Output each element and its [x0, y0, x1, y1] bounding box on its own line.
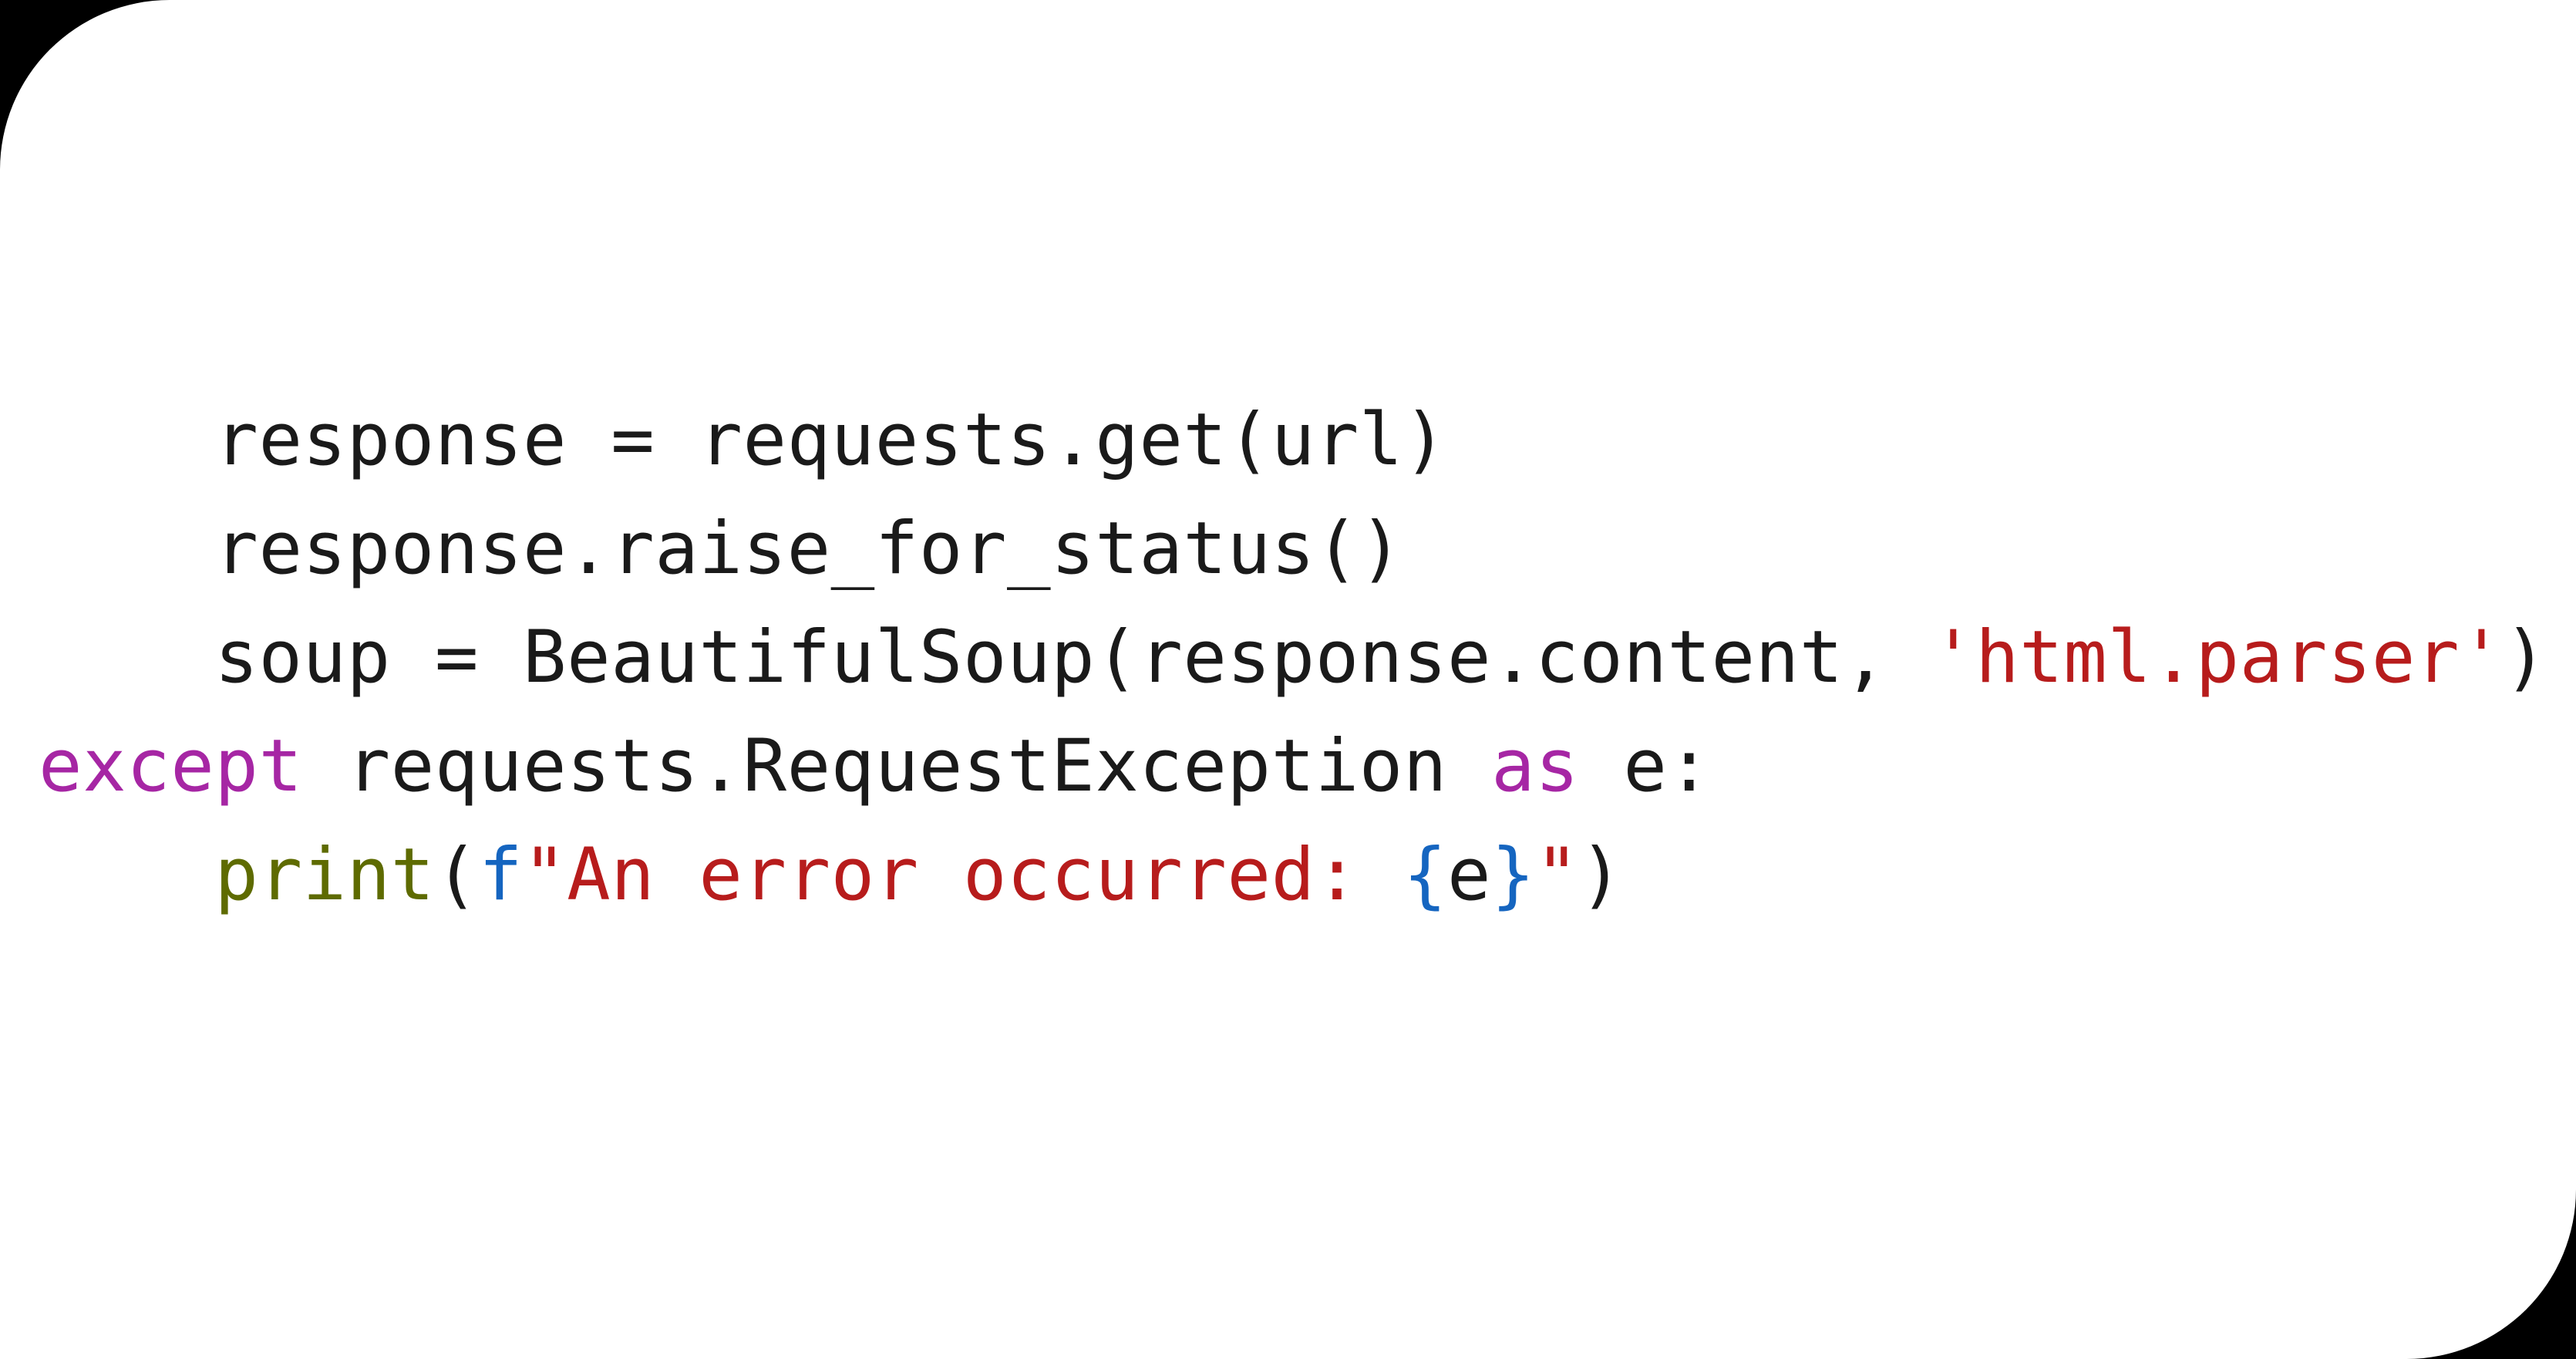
code-token: e:	[1579, 724, 1711, 808]
code-token: "	[1535, 833, 1579, 917]
code-block: response = requests.get(url) response.ra…	[39, 386, 2537, 929]
code-token: soup = BeautifulSoup(response.content,	[214, 615, 1931, 700]
code-token: )	[2504, 615, 2547, 700]
code-token: )	[1579, 833, 1623, 917]
code-token: response = requests.get(url)	[214, 398, 1447, 482]
code-token: "An error occurred:	[523, 833, 1403, 917]
code-token: except	[39, 724, 303, 808]
code-token: (	[435, 833, 479, 917]
code-token: e	[1447, 833, 1491, 917]
code-token: response.raise_for_status()	[214, 507, 1403, 591]
code-token: 'html.parser'	[1931, 615, 2504, 700]
code-token: as	[1491, 724, 1579, 808]
code-token: requests.RequestException	[303, 724, 1492, 808]
code-viewport: response = requests.get(url) response.ra…	[0, 0, 2576, 1359]
code-token: f	[479, 833, 523, 917]
code-token: {	[1403, 833, 1447, 917]
code-token: print	[214, 833, 434, 917]
code-token: }	[1491, 833, 1535, 917]
